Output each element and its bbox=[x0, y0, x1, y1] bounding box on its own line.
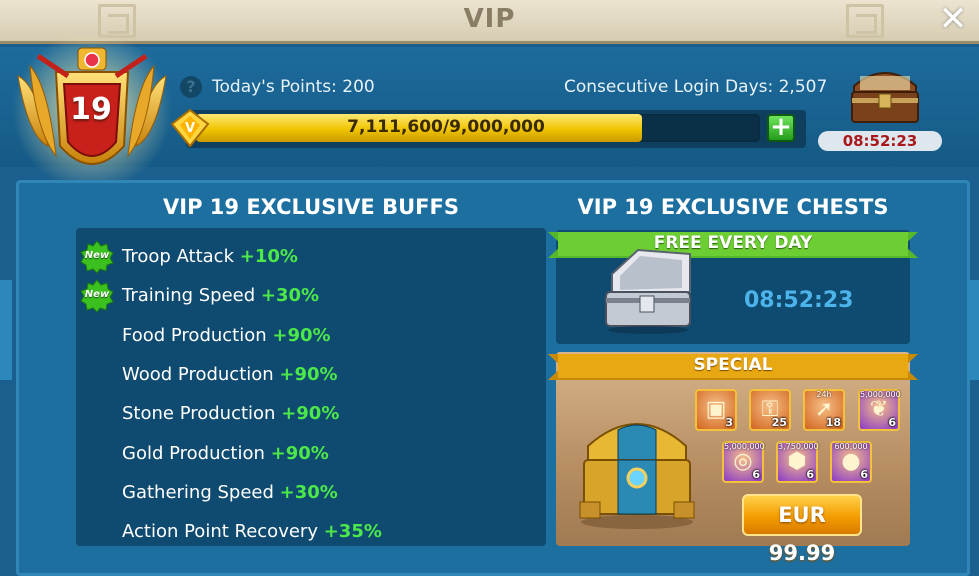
buff-row: Wood Production +90% bbox=[122, 364, 338, 385]
buff-value: +35% bbox=[323, 521, 382, 543]
item-quantity: 3 bbox=[725, 416, 733, 429]
buff-value: +90% bbox=[279, 363, 338, 385]
buff-name: Training Speed bbox=[122, 285, 256, 307]
new-badge-icon: New bbox=[80, 279, 114, 314]
buff-row: Food Production +90% bbox=[122, 325, 331, 346]
buff-value: +90% bbox=[281, 403, 340, 425]
vip-gem-icon: V bbox=[170, 108, 210, 148]
chest-icon[interactable]: ▣ 3 bbox=[695, 389, 737, 431]
help-icon[interactable]: ? bbox=[180, 76, 202, 98]
gold-icon[interactable]: ● 600,000 6 bbox=[830, 441, 872, 483]
daily-chest-icon[interactable] bbox=[846, 64, 924, 128]
item-quantity: 18 bbox=[825, 416, 841, 429]
svg-text:V: V bbox=[185, 121, 195, 136]
vip-level: 19 bbox=[70, 92, 112, 127]
item-quantity: 25 bbox=[771, 416, 787, 429]
item-quantity: 6 bbox=[752, 468, 760, 481]
speedup-icon[interactable]: ➚ 24h 18 bbox=[803, 389, 845, 431]
item-quantity: 6 bbox=[888, 416, 896, 429]
item-quantity: 6 bbox=[860, 468, 868, 481]
buff-name: Gathering Speed bbox=[122, 481, 274, 503]
buff-row: Troop Attack +10% bbox=[122, 246, 298, 267]
buff-row: Training Speed +30% bbox=[122, 285, 319, 306]
special-label: SPECIAL bbox=[693, 355, 773, 375]
buff-value: +90% bbox=[270, 442, 329, 464]
close-button[interactable]: ✕ bbox=[935, 2, 971, 38]
buff-name: Gold Production bbox=[122, 442, 265, 464]
food-icon[interactable]: ❦ 5,000,000 6 bbox=[858, 389, 901, 431]
todays-points: Today's Points: 200 bbox=[212, 77, 375, 97]
buff-row: Action Point Recovery +35% bbox=[122, 521, 382, 542]
buff-name: Wood Production bbox=[122, 363, 274, 385]
item-amount: 3,750,000 bbox=[778, 442, 819, 451]
buff-name: Action Point Recovery bbox=[122, 521, 318, 543]
left-decoration bbox=[0, 280, 12, 380]
buff-value: +90% bbox=[272, 324, 331, 346]
item-quantity: 6 bbox=[806, 468, 814, 481]
free-chest-timer: 08:52:23 bbox=[744, 288, 854, 313]
buff-name: Food Production bbox=[122, 324, 267, 346]
item-amount: 5,000,000 bbox=[724, 442, 765, 451]
buff-name: Stone Production bbox=[122, 403, 276, 425]
new-badge-label: New bbox=[84, 289, 110, 301]
login-days: Consecutive Login Days: 2,507 bbox=[564, 77, 828, 97]
buff-name: Troop Attack bbox=[122, 246, 234, 267]
new-badge-icon: New bbox=[80, 240, 114, 274]
item-amount: 24h bbox=[816, 390, 832, 399]
buffs-list[interactable]: New Troop Attack +10% New Training Speed +3… bbox=[76, 228, 546, 546]
silver-chest-icon[interactable] bbox=[598, 244, 698, 336]
buffs-title: VIP 19 EXCLUSIVE BUFFS bbox=[163, 195, 459, 219]
progress-text: 7,111,600/9,000,000 bbox=[347, 117, 545, 137]
item-amount: 600,000 bbox=[834, 442, 868, 451]
new-badge-label: New bbox=[84, 250, 110, 261]
stone-icon[interactable]: ⬢ 3,750,000 6 bbox=[776, 441, 819, 483]
chests-title: VIP 19 EXCLUSIVE CHESTS bbox=[577, 195, 889, 219]
gold-chest-icon[interactable] bbox=[572, 410, 702, 530]
buff-row: Stone Production +90% bbox=[122, 403, 339, 424]
item-amount: 5,000,000 bbox=[860, 390, 901, 399]
add-points-button[interactable]: + bbox=[767, 114, 795, 142]
buff-value: +30% bbox=[260, 285, 320, 307]
buff-value: +10% bbox=[239, 246, 298, 267]
key-chest-icon[interactable]: ⚿ 25 bbox=[749, 389, 791, 431]
wood-icon[interactable]: ◎ 5,000,000 6 bbox=[722, 441, 765, 483]
buff-row: Gold Production +90% bbox=[122, 443, 329, 464]
buy-button[interactable]: EUR 99.99 bbox=[742, 494, 862, 565]
buff-value: +30% bbox=[279, 481, 338, 503]
daily-chest-timer: 08:52:23 bbox=[818, 131, 942, 151]
window-title: VIP bbox=[463, 4, 516, 34]
right-decoration bbox=[967, 280, 979, 380]
buff-row: Gathering Speed +30% bbox=[122, 482, 338, 503]
